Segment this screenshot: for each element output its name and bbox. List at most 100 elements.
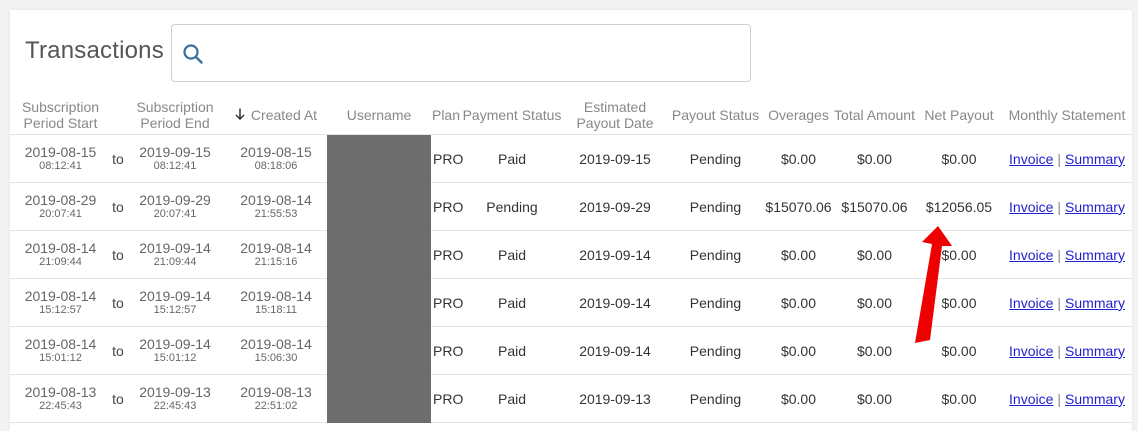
payment-status-cell: Pending [461,182,563,231]
col-header-period-start[interactable]: Subscription Period Start [10,96,111,135]
search-icon [183,44,203,64]
created-time: 15:18:11 [254,304,297,316]
created-at-cell: 2019-08-15 08:18:06 [225,134,327,183]
payout-status-cell: Pending [667,374,764,423]
payout-date-cell: 2019-09-13 [563,374,667,423]
period-start-cell: 2019-08-29 20:07:41 [10,182,111,231]
col-header-spacer [111,96,125,135]
total-amount-cell: $0.00 [833,326,916,375]
monthly-statement-cell: Invoice | Summary [1002,230,1132,279]
period-end-time: 22:45:43 [153,400,197,412]
created-date: 2019-08-14 [240,336,312,352]
created-time: 22:51:02 [254,400,298,412]
payment-status-cell: Paid [461,134,563,183]
period-start-time: 15:12:57 [39,304,82,316]
summary-link[interactable]: Summary [1065,199,1125,215]
created-time: 08:18:06 [254,160,298,172]
created-time: 21:15:16 [254,256,298,268]
transactions-card: Transactions Subscription Period Start S… [10,10,1132,431]
to-label: to [111,326,125,375]
payout-date-cell: 2019-09-29 [563,182,667,231]
payout-date-cell: 2019-09-14 [563,230,667,279]
col-header-overages[interactable]: Overages [764,96,833,135]
invoice-link[interactable]: Invoice [1009,199,1053,215]
plan-cell: PRO [431,134,463,183]
link-separator: | [1057,294,1062,311]
table-row[interactable]: 2019-08-15 08:12:41 to 2019-09-15 08:12:41 20… [10,134,1132,183]
net-payout-cell: $0.00 [916,230,1002,279]
payment-status-cell: Paid [461,374,563,423]
username-redacted [327,134,431,183]
search-input[interactable] [216,35,740,73]
col-header-estimated-payout-date[interactable]: Estimated Payout Date [563,96,667,135]
table-header-row: Subscription Period Start Subscription P… [10,96,1132,135]
period-start-time: 22:45:43 [39,400,82,412]
created-date: 2019-08-14 [240,240,312,256]
period-end-time: 15:01:12 [153,352,197,364]
col-header-period-end[interactable]: Subscription Period End [125,96,225,135]
col-header-net-payout[interactable]: Net Payout [916,96,1002,135]
col-header-payout-status[interactable]: Payout Status [667,96,764,135]
plan-cell: PRO [431,326,463,375]
payout-date-cell: 2019-09-14 [563,278,667,327]
period-start-cell: 2019-08-15 08:12:41 [10,134,111,183]
period-end-date: 2019-09-15 [139,144,211,160]
created-at-cell: 2019-08-14 21:55:53 [225,182,327,231]
total-amount-cell: $0.00 [833,278,916,327]
plan-cell: PRO [431,182,463,231]
period-start-date: 2019-08-13 [24,384,97,400]
period-start-date: 2019-08-14 [24,336,97,352]
invoice-link[interactable]: Invoice [1009,247,1053,263]
period-start-cell: 2019-08-14 21:09:44 [10,230,111,279]
period-start-date: 2019-08-15 [24,144,97,160]
created-at-cell: 2019-08-14 15:06:30 [225,326,327,375]
col-header-payment-status[interactable]: Payment Status [461,96,563,135]
plan-cell: PRO [431,230,463,279]
to-label: to [111,230,125,279]
period-end-time: 21:09:44 [153,256,197,268]
invoice-link[interactable]: Invoice [1009,151,1053,167]
net-payout-cell: $0.00 [916,374,1002,423]
invoice-link[interactable]: Invoice [1009,391,1053,407]
table-row[interactable]: 2019-08-14 15:01:12 to 2019-09-14 15:01:12 20… [10,326,1132,375]
table-row[interactable]: 2019-08-13 22:45:43 to 2019-09-13 22:45:43 20… [10,374,1132,423]
username-redacted [327,182,431,231]
link-separator: | [1057,246,1062,263]
monthly-statement-cell: Invoice | Summary [1002,374,1132,423]
summary-link[interactable]: Summary [1065,295,1125,311]
summary-link[interactable]: Summary [1065,151,1125,167]
overages-cell: $0.00 [764,230,833,279]
link-separator: | [1057,390,1062,407]
invoice-link[interactable]: Invoice [1009,295,1053,311]
period-start-date: 2019-08-14 [24,288,97,304]
col-header-username[interactable]: Username [327,96,431,135]
table-row[interactable]: 2019-08-14 21:09:44 to 2019-09-14 21:09:44 20… [10,230,1132,279]
link-separator: | [1057,150,1062,167]
period-end-cell: 2019-09-14 15:12:57 [125,278,225,327]
plan-cell: PRO [431,374,463,423]
col-header-created-at[interactable]: Created At [225,96,327,135]
summary-link[interactable]: Summary [1065,391,1125,407]
overages-cell: $0.00 [764,326,833,375]
net-payout-cell: $0.00 [916,326,1002,375]
summary-link[interactable]: Summary [1065,343,1125,359]
to-label: to [111,278,125,327]
period-end-cell: 2019-09-14 21:09:44 [125,230,225,279]
plan-cell: PRO [431,278,463,327]
col-header-total-amount[interactable]: Total Amount [833,96,916,135]
total-amount-cell: $0.00 [833,134,916,183]
col-header-plan[interactable]: Plan [431,96,461,135]
period-end-cell: 2019-09-29 20:07:41 [125,182,225,231]
table-row[interactable]: 2019-08-14 15:12:57 to 2019-09-14 15:12:57 20… [10,278,1132,327]
table-row[interactable]: 2019-08-29 20:07:41 to 2019-09-29 20:07:41 20… [10,182,1132,231]
created-time: 15:06:30 [254,352,298,364]
payment-status-cell: Paid [461,278,563,327]
username-redacted [327,326,431,375]
period-end-cell: 2019-09-13 22:45:43 [125,374,225,423]
search-box[interactable] [171,24,751,82]
period-end-cell: 2019-09-14 15:01:12 [125,326,225,375]
summary-link[interactable]: Summary [1065,247,1125,263]
overages-cell: $0.00 [764,278,833,327]
invoice-link[interactable]: Invoice [1009,343,1053,359]
period-end-time: 20:07:41 [153,208,197,220]
